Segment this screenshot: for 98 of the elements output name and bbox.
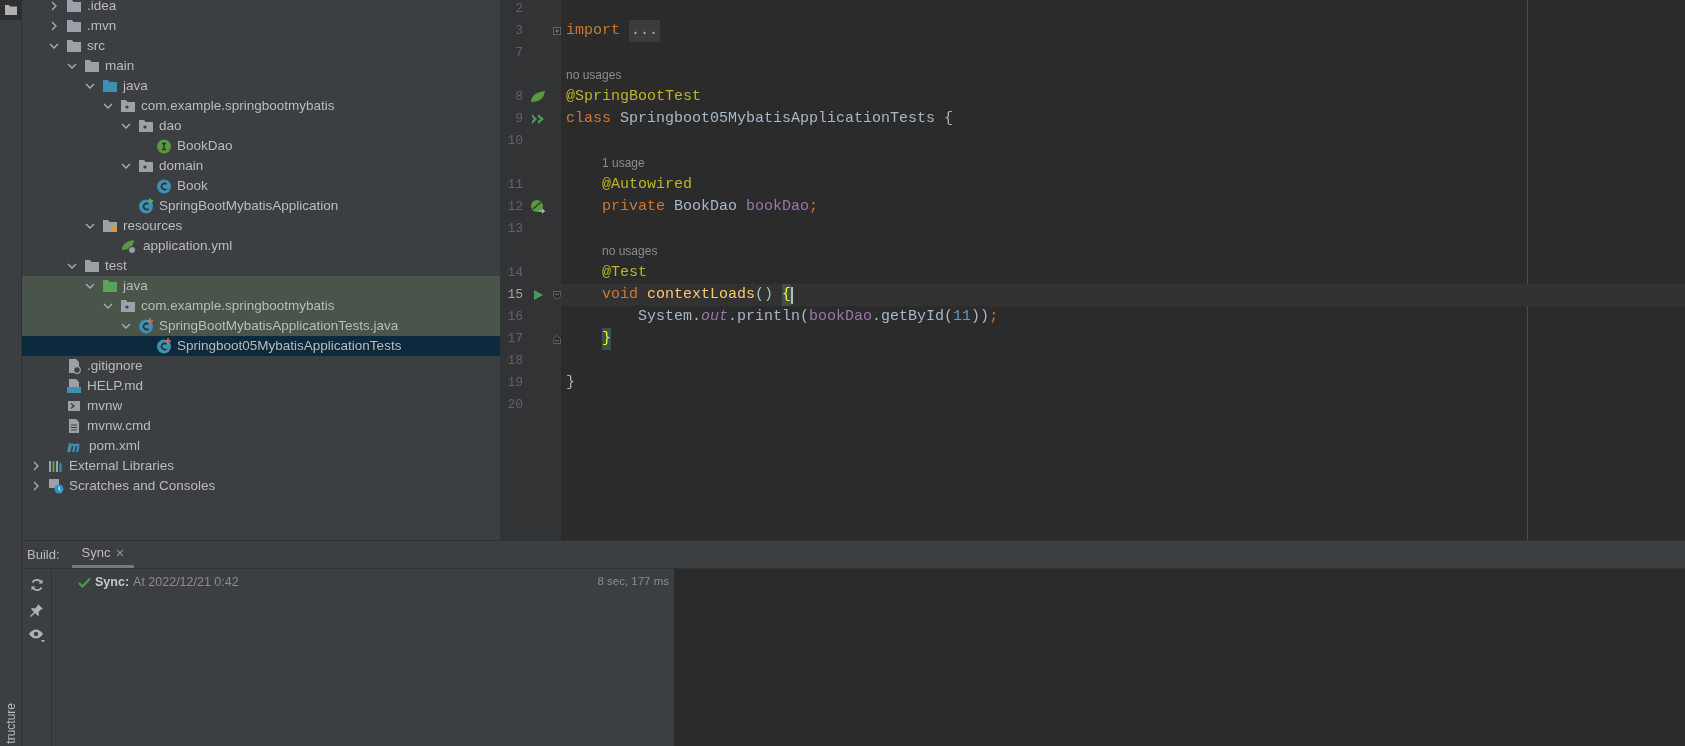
folder-icon — [84, 259, 100, 273]
scratches-icon — [48, 478, 64, 494]
code-token: @SpringBootTest — [566, 86, 702, 107]
tree-item[interactable]: External Libraries — [22, 456, 500, 476]
code-token: ; — [809, 196, 819, 217]
panel-title: Build: — [27, 545, 60, 564]
usage-hint[interactable]: no usages — [566, 66, 622, 84]
refresh-icon[interactable] — [29, 578, 44, 592]
folder-icon — [102, 279, 118, 293]
tree-item[interactable]: Scratches and Consoles — [22, 476, 500, 496]
library-icon — [48, 458, 64, 474]
class-icon — [138, 198, 154, 214]
code-token: 11 — [953, 306, 972, 327]
code-token: .getById( — [872, 306, 954, 327]
file-icon — [66, 358, 82, 374]
code-token: private — [602, 196, 667, 217]
class-icon — [156, 178, 172, 194]
tree-item[interactable]: pom.xml — [22, 436, 500, 456]
tree-item[interactable]: mvnw — [22, 396, 500, 416]
tree-item[interactable]: java — [22, 76, 500, 96]
code-token: bookDao — [746, 196, 810, 217]
code-token: @Autowired — [602, 174, 693, 195]
line-number: 15 — [507, 287, 523, 303]
tree-item[interactable]: test — [22, 256, 500, 276]
tree-item[interactable]: resources — [22, 216, 500, 236]
leaf-icon — [120, 238, 138, 254]
package-icon — [120, 299, 136, 313]
code-token: import — [566, 20, 621, 41]
code-token: @Test — [602, 262, 648, 283]
folder-icon — [102, 79, 118, 93]
code-token: bookDao — [809, 306, 873, 327]
class-icon — [156, 338, 172, 354]
folder-icon — [102, 219, 118, 233]
eye-icon[interactable] — [27, 628, 46, 644]
usage-hint[interactable]: 1 usage — [602, 154, 645, 172]
tree-item[interactable]: dao — [22, 116, 500, 136]
code-token: .println( — [728, 306, 810, 327]
tree-item[interactable]: domain — [22, 156, 500, 176]
close-icon[interactable] — [116, 549, 125, 557]
tree-item[interactable]: HELP.md — [22, 376, 500, 396]
markdown-file-icon — [66, 378, 82, 394]
text-caret — [791, 286, 794, 304]
terminal-icon — [66, 398, 82, 414]
bean-icon[interactable] — [530, 199, 546, 215]
code-token: contextLoads — [647, 284, 756, 305]
folder-icon — [66, 19, 82, 33]
package-icon — [120, 99, 136, 113]
tree-item[interactable]: com.example.springbootmybatis — [22, 296, 500, 316]
run-icon[interactable] — [532, 289, 544, 301]
tree-item[interactable]: java — [22, 276, 500, 296]
tree-item[interactable]: com.example.springbootmybatis — [22, 96, 500, 116]
folder-icon — [66, 39, 82, 53]
code-token: ... — [629, 19, 661, 43]
code-token: ; — [989, 306, 999, 327]
code-token: System. — [638, 306, 702, 327]
tree-item[interactable]: src — [22, 36, 500, 56]
code-token: () — [755, 284, 775, 305]
build-result-row[interactable]: Sync: At 2022/12/21 0:42 8 sec, 177 ms — [52, 572, 674, 592]
code-token: } — [566, 372, 575, 393]
folder-icon — [66, 0, 82, 13]
tree-item[interactable]: BookDao — [22, 136, 500, 156]
tree-item[interactable]: main — [22, 56, 500, 76]
package-icon — [138, 119, 154, 133]
file-icon — [66, 418, 82, 434]
code-token: } — [602, 327, 612, 351]
usage-hint[interactable]: no usages — [602, 242, 658, 260]
fold-icon[interactable] — [553, 333, 561, 345]
check-icon — [78, 576, 91, 588]
fold-icon[interactable] — [553, 26, 561, 36]
run-all-icon[interactable] — [531, 113, 545, 125]
structure-tab[interactable]: tructure — [1, 703, 20, 744]
interface-icon — [156, 138, 172, 154]
tree-item[interactable]: .mvn — [22, 16, 500, 36]
class-icon — [138, 318, 154, 334]
code-token: )) — [971, 306, 990, 327]
tree-item[interactable]: Book — [22, 176, 500, 196]
code-token: out — [701, 306, 729, 327]
tree-item[interactable]: mvnw.cmd — [22, 416, 500, 436]
code-token: { — [782, 283, 792, 307]
leaf-icon[interactable] — [530, 90, 546, 104]
package-icon — [138, 159, 154, 173]
fold-icon[interactable] — [553, 289, 561, 301]
code-token: Springboot05MybatisApplicationTests { — [620, 108, 954, 129]
folder-icon — [84, 59, 100, 73]
pin-icon[interactable] — [29, 603, 44, 617]
tree-item[interactable]: .gitignore — [22, 356, 500, 376]
build-tab[interactable]: Sync — [71, 541, 135, 568]
tree-item[interactable]: .idea — [22, 0, 500, 16]
chevron-down-icon[interactable] — [121, 161, 131, 171]
chevron-down-icon[interactable] — [85, 221, 95, 231]
tree-item[interactable]: SpringBootMybatisApplicationTests.java — [22, 316, 500, 336]
code-token: void — [602, 284, 640, 305]
code-token: class — [566, 108, 612, 129]
tree-item[interactable]: Springboot05MybatisApplicationTests — [22, 336, 500, 356]
folder-icon[interactable] — [5, 5, 17, 15]
tree-item[interactable]: application.yml — [22, 236, 500, 256]
code-token: BookDao — [674, 196, 739, 217]
tree-item[interactable]: SpringBootMybatisApplication — [22, 196, 500, 216]
